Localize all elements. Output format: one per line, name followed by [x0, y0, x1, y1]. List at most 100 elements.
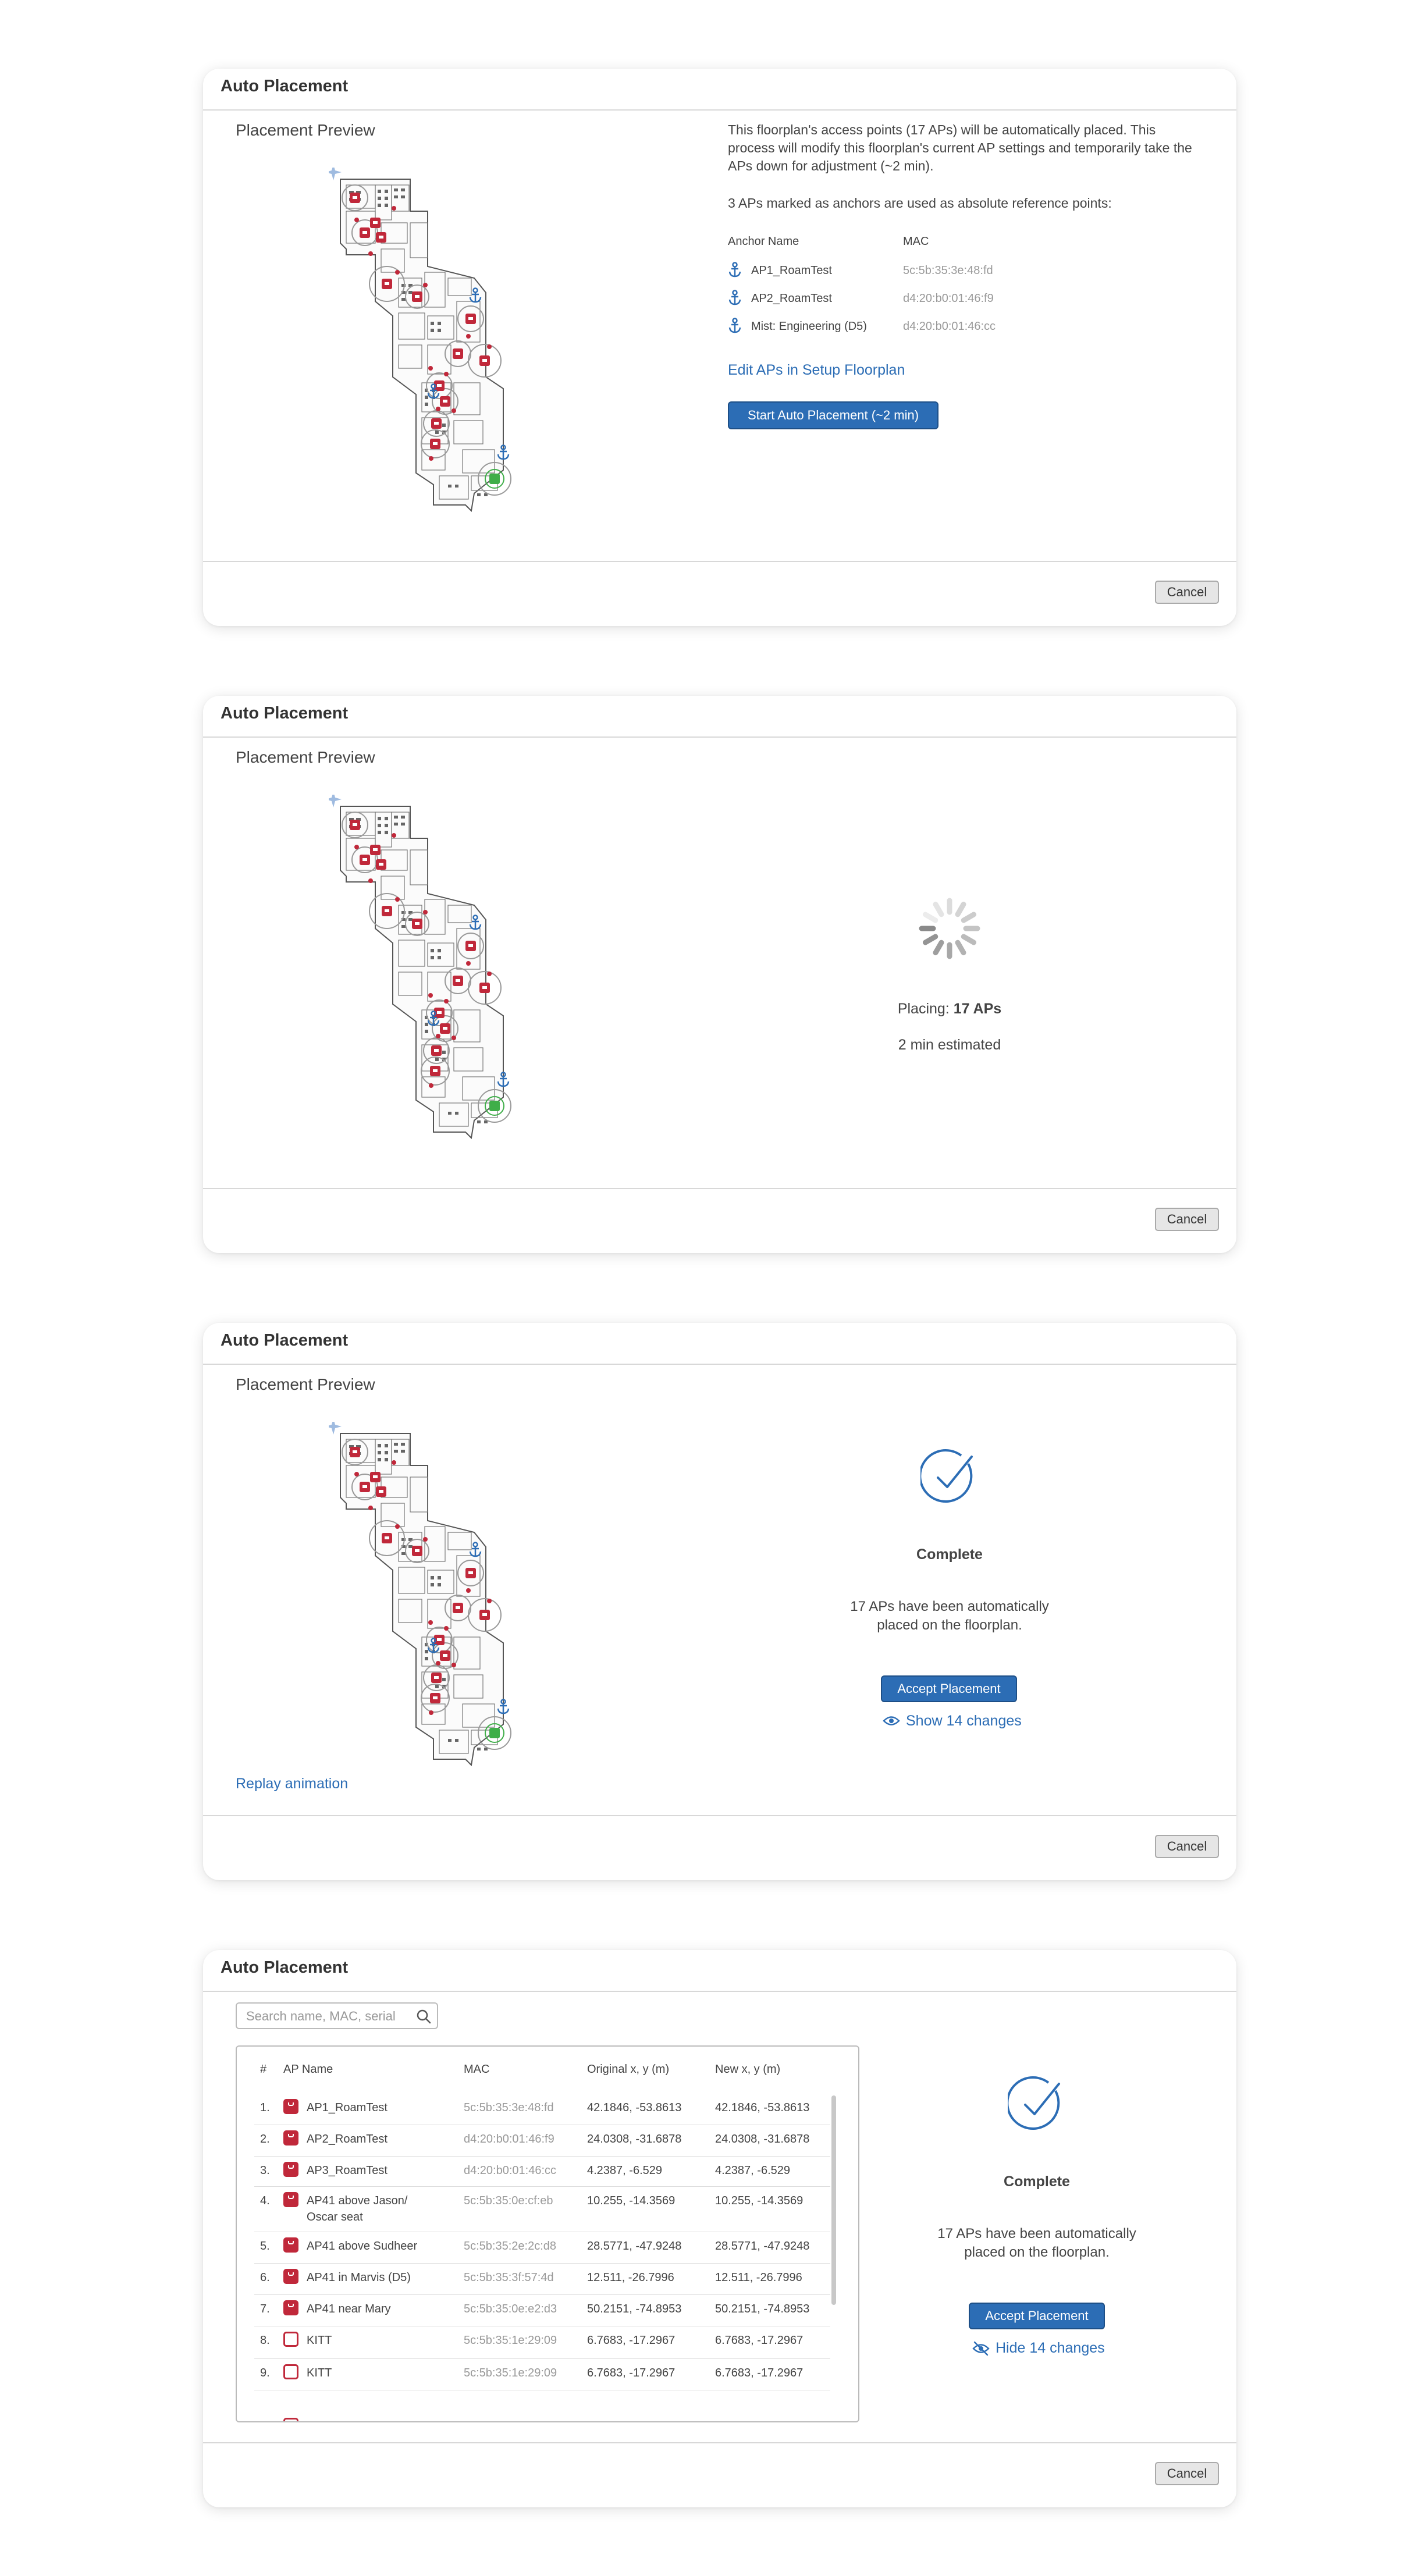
placement-preview-label: Placement Preview [236, 748, 375, 766]
anchor-mac: d4:20:b0:01:46:cc [903, 320, 996, 333]
new-xy: 12.511, -26.7996 [715, 2271, 802, 2284]
table-row[interactable]: 5. AP41 above Sudheer 5c:5b:35:2e:2c:d8 28.… [254, 2232, 830, 2264]
accept-placement-button[interactable]: Accept Placement [969, 2303, 1105, 2329]
ap-name: AP41 above Jason/ [307, 2194, 408, 2207]
ap-mac: d4:20:b0:01:46:f9 [464, 2133, 554, 2146]
start-auto-placement-button[interactable]: Start Auto Placement (~2 min) [728, 401, 938, 429]
search-icon[interactable] [416, 2009, 431, 2024]
new-xy: 24.0308, -31.6878 [715, 2133, 810, 2146]
ap-changes-table: # AP Name MAC Original x, y (m) New x, y… [236, 2045, 859, 2422]
placement-description: This floorplan's access points (17 APs) … [728, 122, 1192, 173]
show-changes-label[interactable]: Show 14 changes [906, 1713, 1022, 1730]
table-row[interactable]: 2. AP2_RoamTest d4:20:b0:01:46:f9 24.0308, … [254, 2125, 830, 2157]
new-xy: 6.7683, -17.2967 [715, 2367, 804, 2379]
new-xy: 42.1846, -53.8613 [715, 2101, 810, 2114]
complete-message: 17 APs have been automatically placed on… [850, 1599, 1049, 1633]
ap-icon [283, 2130, 298, 2146]
hide-changes-label[interactable]: Hide 14 changes [996, 2340, 1105, 2357]
search-box [236, 2002, 438, 2029]
ap-icon [283, 2237, 298, 2253]
ap-name: AP2_RoamTest [307, 2133, 388, 2146]
original-xy: 24.0308, -31.6878 [587, 2133, 682, 2146]
original-xy: 12.511, -26.7996 [587, 2271, 674, 2284]
ap-icon [283, 2300, 298, 2315]
th-ap-name: AP Name [283, 2063, 333, 2076]
ap-name: AP41 near Mary [307, 2303, 391, 2315]
cancel-button[interactable]: Cancel [1155, 581, 1219, 604]
original-xy: 28.5771, -47.9248 [587, 2240, 682, 2253]
table-row[interactable]: 6. AP41 in Marvis (D5) 5c:5b:35:3f:57:4d 12… [254, 2263, 830, 2295]
new-xy: 28.5771, -47.9248 [715, 2240, 810, 2253]
original-xy: 6.7683, -17.2967 [587, 2334, 676, 2347]
search-input[interactable] [245, 2008, 410, 2024]
anchor-mac: 5c:5b:35:3e:48:fd [903, 264, 993, 277]
divider [203, 1364, 1236, 1365]
table-row[interactable]: 9. KITT 5c:5b:35:1e:29:09 6.7683, -17.2967 6… [254, 2358, 830, 2390]
ap-outline-icon [283, 2364, 298, 2379]
placement-preview-label: Placement Preview [236, 121, 375, 139]
loading-spinner-icon [919, 898, 980, 959]
th-original: Original x, y (m) [587, 2063, 670, 2076]
placement-preview-label: Placement Preview [236, 1375, 375, 1393]
table-row[interactable]: 7. AP41 near Mary 5c:5b:35:0e:e2:d3 50.2151… [254, 2294, 830, 2326]
table-row[interactable]: 4. AP41 above Jason/Oscar seat 5c:5b:35:0e… [254, 2186, 830, 2232]
ap-outline-icon [283, 2418, 298, 2421]
cancel-button[interactable]: Cancel [1155, 1835, 1219, 1858]
col-mac: MAC [903, 235, 929, 248]
table-row[interactable]: 3. AP3_RoamTest d4:20:b0:01:46:cc 4.2387, -… [254, 2156, 830, 2187]
complete-heading: Complete [1004, 2173, 1070, 2190]
original-xy: 42.1846, -53.8613 [587, 2101, 682, 2114]
anchor-icon [728, 290, 741, 305]
new-xy: 4.2387, -6.529 [715, 2164, 790, 2177]
check-circle-icon [1008, 2076, 1060, 2130]
divider [203, 736, 1236, 738]
complete-message: 17 APs have been automatically placed on… [937, 2226, 1136, 2260]
floorplan-map [329, 1422, 515, 1771]
accept-placement-button[interactable]: Accept Placement [881, 1675, 1017, 1702]
panel-title: Auto Placement [221, 1331, 349, 1350]
divider [203, 109, 1236, 111]
auto-placement-panel-placing: Auto Placement Placement Preview Placing… [203, 696, 1236, 1253]
ap-mac: 5c:5b:35:1e:29:09 [464, 2367, 557, 2379]
edit-aps-link[interactable]: Edit APs in Setup Floorplan [728, 362, 905, 379]
cancel-button[interactable]: Cancel [1155, 2462, 1219, 2485]
ap-icon [283, 2269, 298, 2284]
ap-name: AP41 in Marvis (D5) [307, 2271, 411, 2284]
cancel-button[interactable]: Cancel [1155, 1208, 1219, 1231]
floorplan-map [329, 168, 515, 517]
ap-mac: d4:20:b0:01:46:cc [464, 2164, 557, 2177]
table-row[interactable]: 1. AP1_RoamTest 5c:5b:35:3e:48:fd 42.1846, … [254, 2093, 830, 2125]
row-number: 9. [260, 2367, 270, 2379]
anchor-icon [728, 318, 741, 333]
original-xy: 4.2387, -6.529 [587, 2164, 662, 2177]
panel-title: Auto Placement [221, 1958, 349, 1977]
placing-prefix: Placing: [897, 1001, 954, 1017]
panel-title: Auto Placement [221, 704, 349, 723]
ap-icon [283, 2192, 298, 2207]
original-xy: 50.2151, -74.8953 [587, 2303, 682, 2315]
row-number: 8. [260, 2334, 270, 2347]
placing-count: 17 APs [953, 1001, 1002, 1017]
eye-off-icon [972, 2341, 990, 2356]
panel-title: Auto Placement [221, 77, 349, 95]
row-number: 4. [260, 2194, 270, 2207]
original-xy: 10.255, -14.3569 [587, 2194, 676, 2207]
auto-placement-panel-intro: Auto Placement Placement Preview This fl… [203, 69, 1236, 626]
eye-icon [883, 1716, 900, 1725]
row-number: 7. [260, 2303, 270, 2315]
row-number: 6. [260, 2271, 270, 2284]
replay-animation-link[interactable]: Replay animation [236, 1776, 348, 1792]
ap-name: AP41 above Sudheer [307, 2240, 418, 2253]
ap-mac: 5c:5b:35:2e:2c:d8 [464, 2240, 557, 2253]
ap-mac: 5c:5b:35:3e:48:fd [464, 2101, 554, 2114]
anchor-name: AP2_RoamTest [751, 292, 832, 305]
table-scrollbar[interactable] [831, 2095, 836, 2305]
ap-mac: 5c:5b:35:3f:57:4d [464, 2271, 554, 2284]
ap-outline-icon [283, 2332, 298, 2347]
table-row[interactable]: 8. KITT 5c:5b:35:1e:29:09 6.7683, -17.2967 6… [254, 2326, 830, 2359]
divider [203, 1991, 1236, 1992]
ap-name: KITT [307, 2367, 332, 2379]
anchor-mac: d4:20:b0:01:46:f9 [903, 292, 994, 305]
anchor-name: AP1_RoamTest [751, 264, 832, 277]
placing-status: Placing: 17 APs [833, 1001, 1066, 1017]
